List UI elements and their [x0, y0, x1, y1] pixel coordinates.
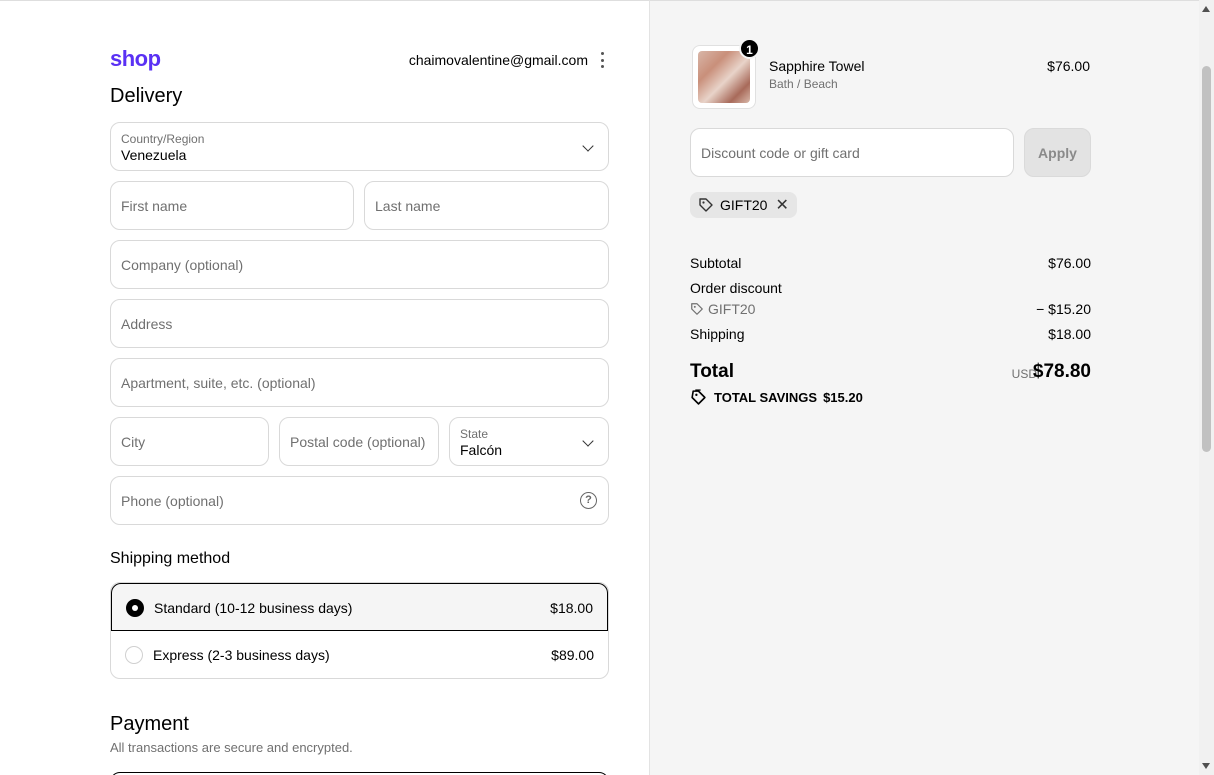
total-label: Total [690, 361, 734, 382]
country-select[interactable]: Country/Region Venezuela [110, 122, 609, 171]
product-variant: Bath / Beach [769, 77, 838, 91]
apartment-placeholder: Apartment, suite, etc. (optional) [121, 375, 316, 391]
radio-selected[interactable] [126, 599, 144, 617]
postal-code-placeholder: Postal code (optional) [290, 434, 426, 450]
account-email: chaimovalentine@gmail.com [408, 52, 588, 68]
state-select[interactable]: State Falcón [449, 417, 609, 466]
scroll-down-icon[interactable] [1202, 763, 1210, 769]
apartment-field[interactable]: Apartment, suite, etc. (optional) [110, 358, 609, 407]
product-image [698, 51, 750, 103]
postal-code-field[interactable]: Postal code (optional) [279, 417, 439, 466]
tag-icon [691, 303, 703, 315]
payment-subtitle: All transactions are secure and encrypte… [110, 740, 353, 755]
total-savings: TOTAL SAVINGS $15.20 [690, 389, 863, 406]
last-name-field[interactable]: Last name [364, 181, 609, 230]
first-name-field[interactable]: First name [110, 181, 354, 230]
delivery-title: Delivery [110, 85, 183, 107]
discount-value: − $15.20 [1036, 301, 1091, 317]
tag-icon [699, 198, 713, 212]
discount-code: GIFT20 [690, 301, 755, 317]
applied-code: GIFT20 [720, 197, 768, 213]
chevron-down-icon [582, 140, 594, 152]
product-price: $76.00 [1047, 58, 1090, 74]
last-name-placeholder: Last name [375, 198, 441, 214]
address-placeholder: Address [121, 316, 173, 332]
discount-code-text: GIFT20 [708, 301, 756, 317]
savings-label: TOTAL SAVINGS [714, 390, 818, 405]
order-discount-label: Order discount [690, 280, 782, 296]
address-field[interactable]: Address [110, 299, 609, 348]
state-value: Falcón [460, 442, 503, 458]
apply-button[interactable]: Apply [1024, 128, 1091, 177]
subtotal-label: Subtotal [690, 255, 742, 271]
shipping-option-express[interactable]: Express (2-3 business days) $89.00 [111, 631, 608, 678]
phone-placeholder: Phone (optional) [121, 493, 224, 509]
close-icon[interactable]: ✕ [775, 195, 788, 215]
scroll-thumb[interactable] [1202, 66, 1211, 452]
state-label: State [460, 427, 489, 441]
chevron-down-icon [582, 435, 594, 447]
company-placeholder: Company (optional) [121, 257, 244, 273]
savings-tag-icon [691, 389, 706, 405]
country-value: Venezuela [121, 147, 187, 163]
shipping-method-title: Shipping method [110, 550, 231, 567]
applied-discount-chip: GIFT20 ✕ [690, 192, 797, 218]
total-value: $78.80 [1032, 361, 1091, 382]
first-name-placeholder: First name [121, 198, 188, 214]
product-name: Sapphire Towel [769, 58, 865, 74]
phone-field[interactable]: Phone (optional) ? [110, 476, 609, 525]
subtotal-value: $76.00 [1048, 255, 1091, 271]
shipping-option-name: Express (2-3 business days) [153, 647, 330, 663]
shipping-option-price: $89.00 [551, 647, 594, 663]
country-label: Country/Region [121, 132, 205, 146]
shipping-option-price: $18.00 [550, 600, 593, 616]
shipping-options: Standard (10-12 business days) $18.00 Ex… [110, 582, 609, 679]
scroll-up-icon[interactable] [1202, 6, 1210, 12]
payment-title: Payment [110, 713, 189, 735]
city-field[interactable]: City [110, 417, 269, 466]
scrollbar[interactable] [1199, 0, 1214, 775]
savings-value: $15.20 [823, 390, 863, 405]
city-placeholder: City [121, 434, 146, 450]
shop-logo[interactable]: shop [110, 46, 161, 72]
radio-unselected[interactable] [125, 646, 143, 664]
shipping-option-standard[interactable]: Standard (10-12 business days) $18.00 [111, 583, 608, 631]
shipping-option-name: Standard (10-12 business days) [154, 600, 353, 616]
shipping-label: Shipping [690, 326, 745, 342]
more-menu-icon[interactable] [598, 52, 606, 68]
shipping-value: $18.00 [1048, 326, 1091, 342]
company-field[interactable]: Company (optional) [110, 240, 609, 289]
order-summary-panel: 1 Sapphire Towel Bath / Beach $76.00 Dis… [649, 0, 1199, 775]
quantity-badge: 1 [739, 38, 760, 59]
checkout-form-panel: shop chaimovalentine@gmail.com Delivery … [0, 0, 649, 775]
question-mark-icon[interactable]: ? [580, 492, 597, 509]
discount-code-input[interactable]: Discount code or gift card [690, 128, 1014, 177]
discount-placeholder: Discount code or gift card [701, 145, 860, 161]
